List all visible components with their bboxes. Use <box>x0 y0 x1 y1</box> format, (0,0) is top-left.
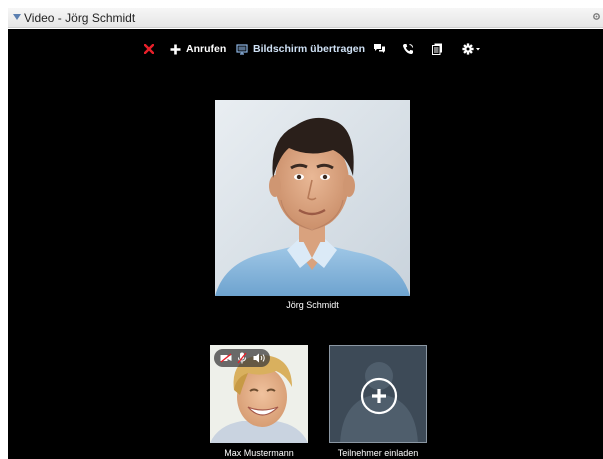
media-controls-overlay <box>214 349 270 367</box>
main-participant-name: Jörg Schmidt <box>286 300 339 310</box>
plus-icon <box>170 44 181 54</box>
camera-off-icon[interactable] <box>220 353 232 363</box>
call-button[interactable]: Anrufen <box>170 39 226 59</box>
hangup-button[interactable] <box>144 39 154 59</box>
clipboard-button[interactable] <box>432 39 443 59</box>
gear-dropdown-icon <box>462 43 480 55</box>
window-title: Video - Jörg Schmidt <box>24 11 136 25</box>
chat-button[interactable] <box>373 39 386 59</box>
phone-icon <box>403 44 414 54</box>
invite-participant-tile[interactable] <box>329 345 427 443</box>
clipboard-icon <box>432 43 442 55</box>
self-video-thumbnail <box>210 345 308 443</box>
speaker-icon[interactable] <box>253 353 266 363</box>
add-person-icon <box>340 362 418 442</box>
gear-icon[interactable] <box>592 12 601 21</box>
mic-muted-icon[interactable] <box>237 352 247 364</box>
monitor-icon <box>236 43 248 55</box>
title-bar: Video - Jörg Schmidt <box>8 8 603 28</box>
invite-participant-label: Teilnehmer einladen <box>337 448 419 458</box>
screen-share-button[interactable]: Bildschirm übertragen <box>236 39 365 59</box>
phone-button[interactable] <box>402 39 414 59</box>
chat-bubbles-icon <box>374 44 385 53</box>
screen-share-label: Bildschirm übertragen <box>253 43 366 55</box>
call-toolbar: Anrufen Bildschirm übertragen <box>8 39 603 59</box>
triangle-down-icon[interactable] <box>13 14 21 20</box>
self-participant-name: Max Mustermann <box>224 448 294 458</box>
main-participant-video <box>215 100 410 296</box>
video-stage: Anrufen Bildschirm übertragen Jörg Schmi… <box>8 29 603 459</box>
close-x-icon <box>144 44 154 54</box>
call-label: Anrufen <box>186 43 227 55</box>
video-window: Video - Jörg Schmidt Anrufen Bildschirm … <box>8 8 603 459</box>
settings-dropdown-button[interactable] <box>462 39 482 59</box>
